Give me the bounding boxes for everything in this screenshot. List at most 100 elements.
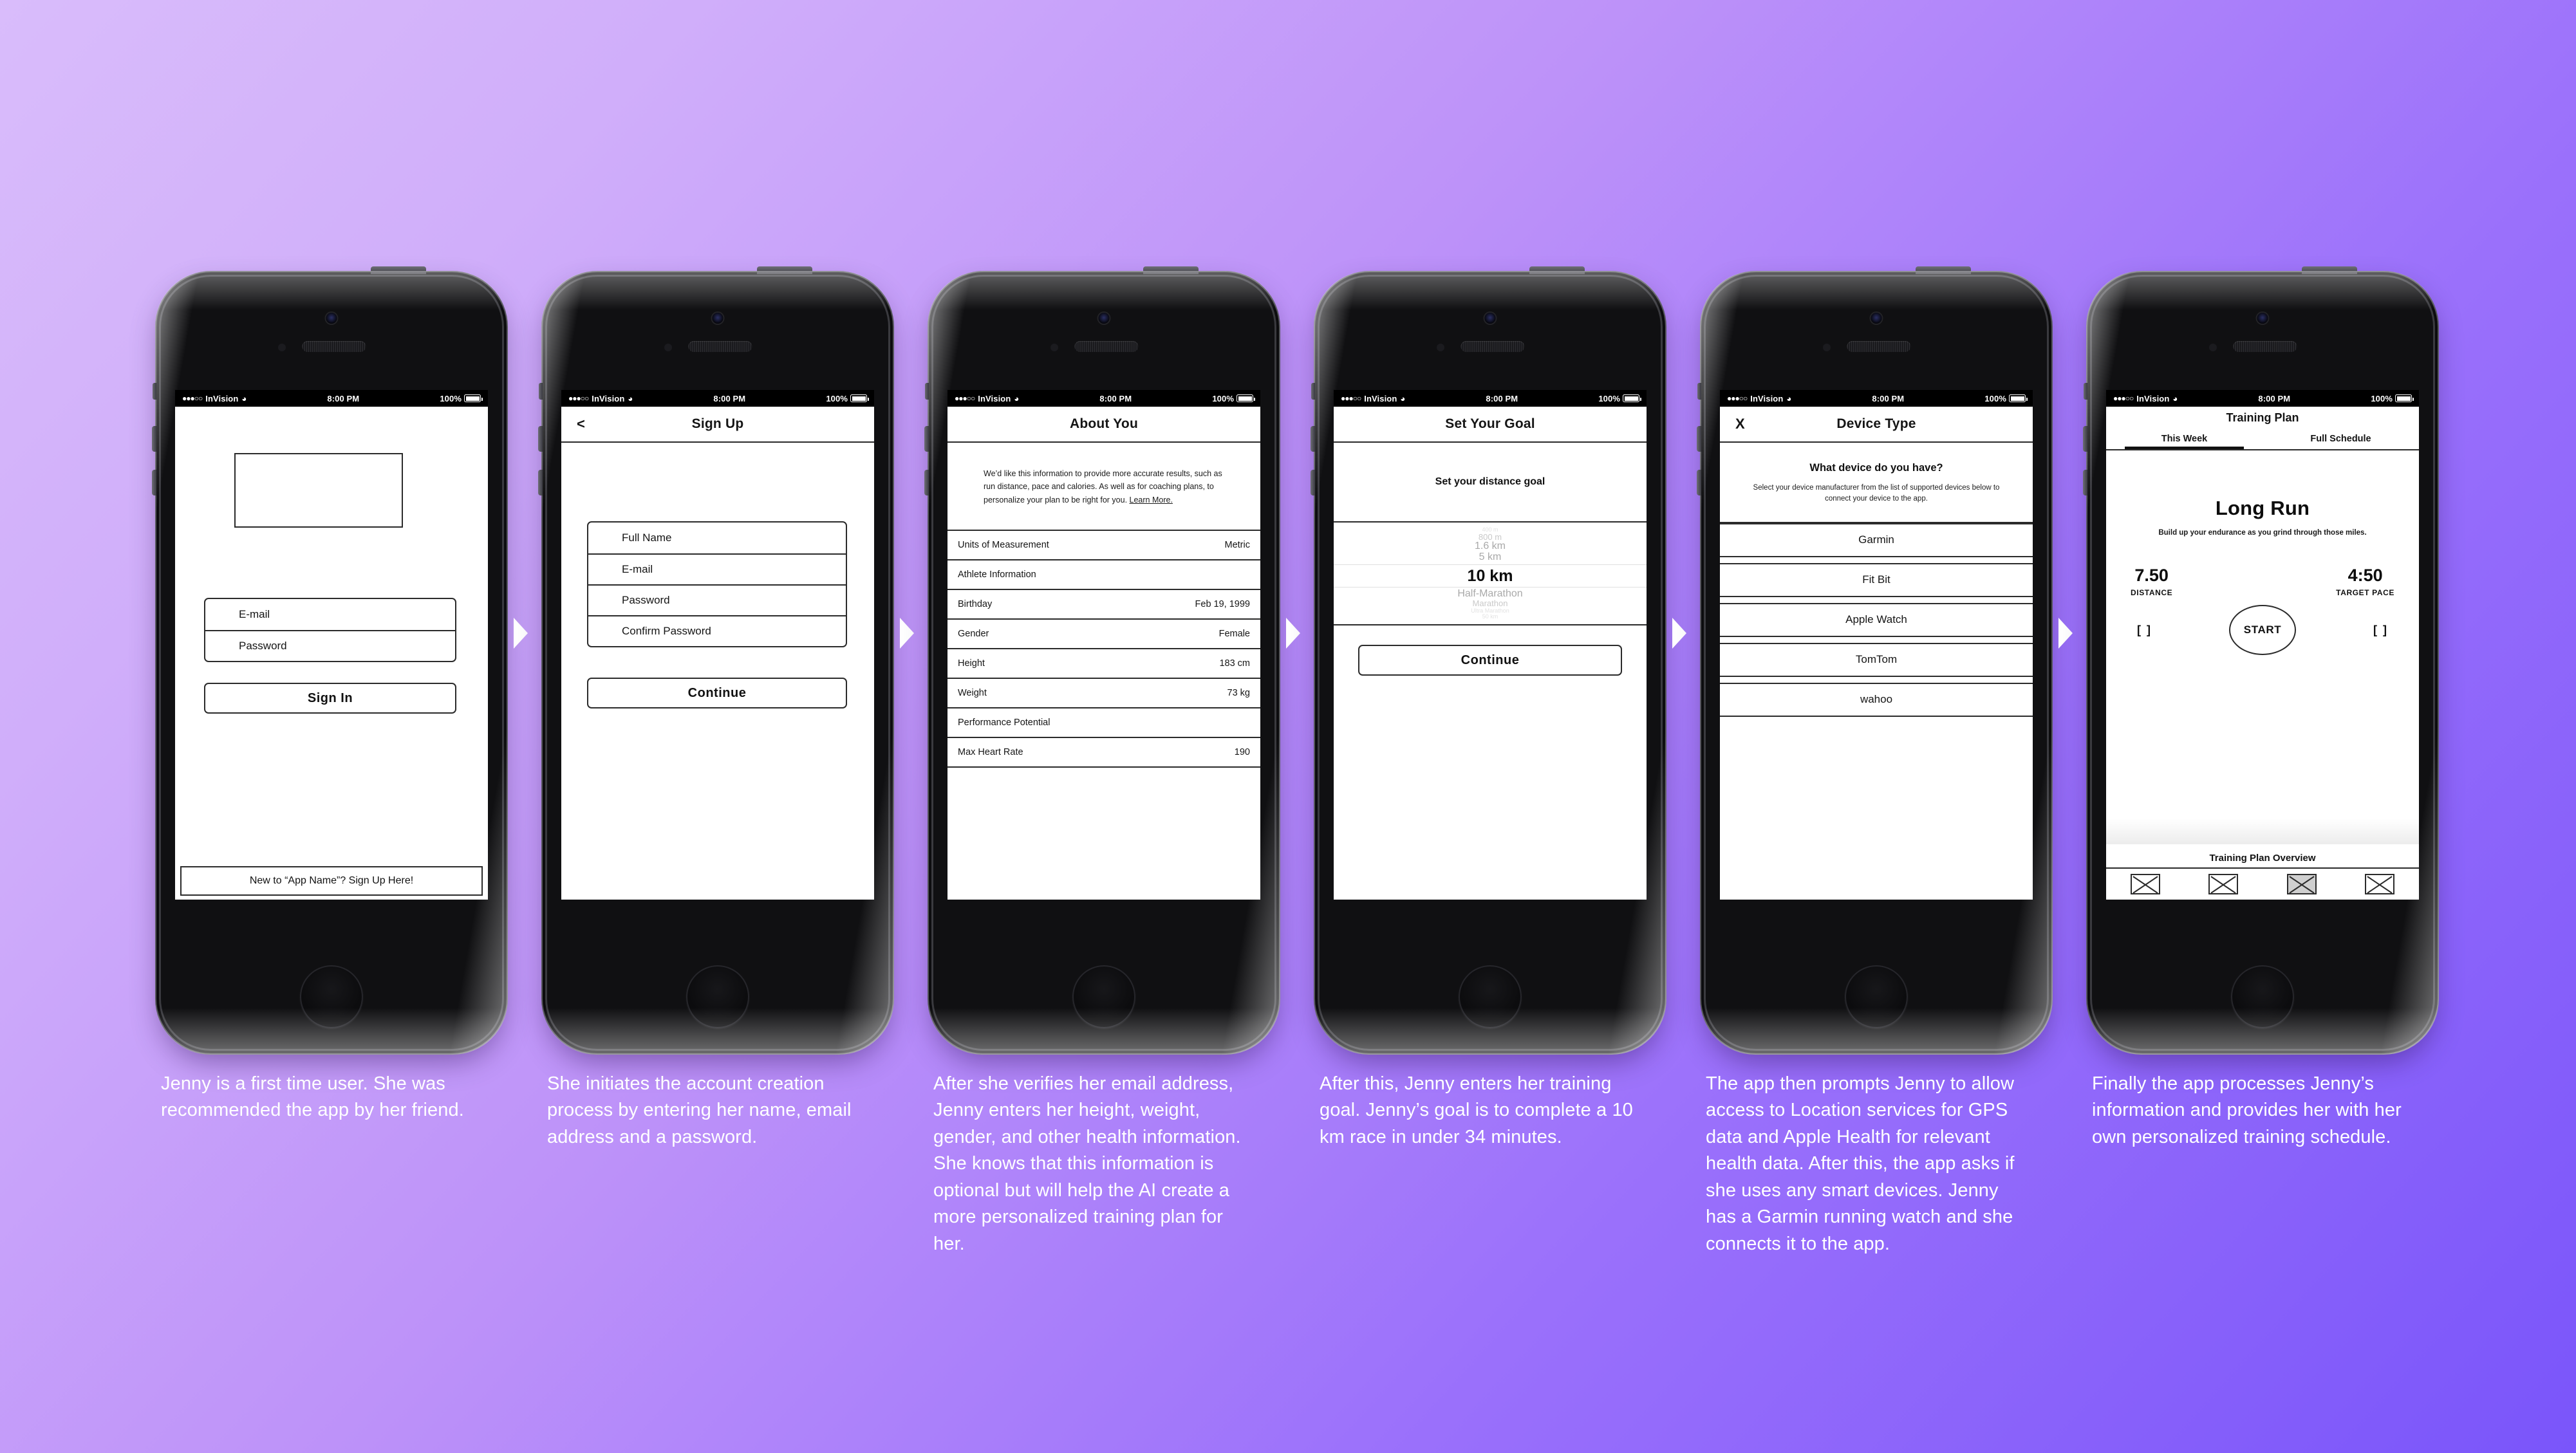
training-plan-overview-link[interactable]: Training Plan Overview <box>2106 853 2419 864</box>
picker-option-selected[interactable]: 10 km <box>1334 564 1647 588</box>
volume-up-button[interactable] <box>2083 426 2087 452</box>
silent-switch[interactable] <box>153 383 156 400</box>
back-chevron-icon[interactable]: < <box>577 416 585 432</box>
picker-option[interactable]: Marathon <box>1334 599 1647 608</box>
power-button[interactable] <box>1143 266 1199 274</box>
row-max-heart-rate[interactable]: Max Heart Rate 190 <box>947 738 1260 768</box>
power-button[interactable] <box>371 266 426 274</box>
proximity-sensor-icon <box>1050 344 1058 351</box>
home-button[interactable] <box>1459 965 1522 1028</box>
left-bracket-icon[interactable]: [ ] <box>2137 624 2152 637</box>
volume-up-button[interactable] <box>924 426 929 452</box>
row-weight[interactable]: Weight 73 kg <box>947 679 1260 708</box>
screen-sign-up: ●●●○○ InVision ◕ 8:00 PM 100% < Sign Up <box>561 390 874 900</box>
picker-option[interactable]: 5 km <box>1334 551 1647 563</box>
row-label: Gender <box>958 628 989 639</box>
screen-device-type: ●●●○○ InVision ◕ 8:00 PM 100% X Device T… <box>1720 390 2033 900</box>
navbar-sign-up: < Sign Up <box>561 407 874 443</box>
bottom-tab-bar <box>2106 867 2419 900</box>
row-value: Metric <box>1224 539 1250 550</box>
password-field[interactable]: Password <box>588 584 846 615</box>
home-button[interactable] <box>1072 965 1135 1028</box>
front-camera-icon <box>1871 313 1882 324</box>
battery-percent-label: 100% <box>2371 393 2393 403</box>
picker-option[interactable]: Half-Marathon <box>1334 588 1647 600</box>
stat-label: DISTANCE <box>2131 588 2173 598</box>
device-option-garmin[interactable]: Garmin <box>1720 523 2033 557</box>
home-button[interactable] <box>2231 965 2294 1028</box>
placeholder-icon[interactable] <box>2208 874 2239 894</box>
silent-switch[interactable] <box>2084 383 2087 400</box>
picker-option[interactable]: 1.6 km <box>1334 541 1647 552</box>
confirm-password-field[interactable]: Confirm Password <box>588 615 846 646</box>
volume-up-button[interactable] <box>538 426 543 452</box>
proximity-sensor-icon <box>278 344 286 351</box>
placeholder-icon[interactable] <box>2365 874 2395 894</box>
device-option-apple-watch[interactable]: Apple Watch <box>1720 602 2033 637</box>
status-bar: ●●●○○ InVision ◕ 8:00 PM 100% <box>2106 390 2419 407</box>
volume-down-button[interactable] <box>538 470 543 495</box>
silent-switch[interactable] <box>1311 383 1315 400</box>
learn-more-link[interactable]: Learn More. <box>1130 495 1173 504</box>
full-name-field[interactable]: Full Name <box>588 523 846 553</box>
picker-option[interactable]: 800 m <box>1334 533 1647 542</box>
volume-up-button[interactable] <box>1697 426 1701 452</box>
row-birthday[interactable]: Birthday Feb 19, 1999 <box>947 590 1260 620</box>
row-gender[interactable]: Gender Female <box>947 620 1260 649</box>
distance-picker-wheel[interactable]: 400 m 800 m 1.6 km 5 km 10 km Half-Marat… <box>1334 523 1647 625</box>
power-button[interactable] <box>2302 266 2357 274</box>
placeholder-icon[interactable] <box>2130 874 2160 894</box>
stat-target-pace: 4:50 TARGET PACE <box>2336 567 2394 598</box>
row-label: Birthday <box>958 598 993 609</box>
device-option-tomtom[interactable]: TomTom <box>1720 642 2033 677</box>
tab-this-week[interactable]: This Week <box>2106 429 2263 449</box>
battery-percent-label: 100% <box>440 393 462 403</box>
volume-down-button[interactable] <box>2083 470 2087 495</box>
sign-up-field-group: Full Name E-mail Password Confirm Passwo… <box>587 521 847 647</box>
sign-in-button[interactable]: Sign In <box>204 683 456 714</box>
power-button[interactable] <box>1529 266 1585 274</box>
right-bracket-icon[interactable]: [ ] <box>2373 624 2388 637</box>
picker-option[interactable]: 50 km <box>1334 613 1647 620</box>
placeholder-icon-active[interactable] <box>2286 874 2317 894</box>
continue-button[interactable]: Continue <box>587 678 847 708</box>
silent-switch[interactable] <box>539 383 543 400</box>
list-gap <box>1720 636 2033 643</box>
row-value: 73 kg <box>1227 687 1250 698</box>
volume-up-button[interactable] <box>152 426 156 452</box>
tab-full-schedule[interactable]: Full Schedule <box>2263 429 2419 449</box>
signal-dots-icon: ●●●○○ <box>955 394 975 403</box>
volume-up-button[interactable] <box>1311 426 1315 452</box>
power-button[interactable] <box>1916 266 1971 274</box>
home-button[interactable] <box>300 965 363 1028</box>
volume-down-button[interactable] <box>1697 470 1701 495</box>
close-icon[interactable]: X <box>1735 416 1745 432</box>
status-bar: ●●●○○ InVision ◕ 8:00 PM 100% <box>1720 390 2033 407</box>
proximity-sensor-icon <box>664 344 672 351</box>
power-button[interactable] <box>757 266 812 274</box>
email-field[interactable]: E-mail <box>205 599 455 630</box>
volume-down-button[interactable] <box>924 470 929 495</box>
device-option-fit-bit[interactable]: Fit Bit <box>1720 562 2033 597</box>
device-option-wahoo[interactable]: wahoo <box>1720 682 2033 717</box>
volume-down-button[interactable] <box>1311 470 1315 495</box>
caption-text: After this, Jenny enters her training go… <box>1320 1073 1633 1147</box>
row-units-of-measurement[interactable]: Units of Measurement Metric <box>947 531 1260 560</box>
sign-up-footer-link[interactable]: New to “App Name”? Sign Up Here! <box>180 866 483 896</box>
volume-down-button[interactable] <box>152 470 156 495</box>
silent-switch[interactable] <box>925 383 929 400</box>
front-camera-icon <box>1484 313 1496 324</box>
continue-button[interactable]: Continue <box>1358 645 1622 676</box>
phone-device-5: ●●●○○ InVision ◕ 8:00 PM 100% X Device T… <box>1697 266 2053 1055</box>
home-button[interactable] <box>686 965 749 1028</box>
password-field[interactable]: Password <box>205 630 455 661</box>
home-button[interactable] <box>1845 965 1908 1028</box>
email-field[interactable]: E-mail <box>588 553 846 584</box>
start-button[interactable]: START <box>2229 605 2296 656</box>
caption-text: She initiates the account creation proce… <box>547 1073 852 1147</box>
silent-switch[interactable] <box>1697 383 1701 400</box>
row-height[interactable]: Height 183 cm <box>947 649 1260 679</box>
sign-in-field-group: E-mail Password <box>204 598 456 662</box>
row-value: Female <box>1218 628 1250 639</box>
wifi-icon: ◕ <box>1400 393 1406 403</box>
